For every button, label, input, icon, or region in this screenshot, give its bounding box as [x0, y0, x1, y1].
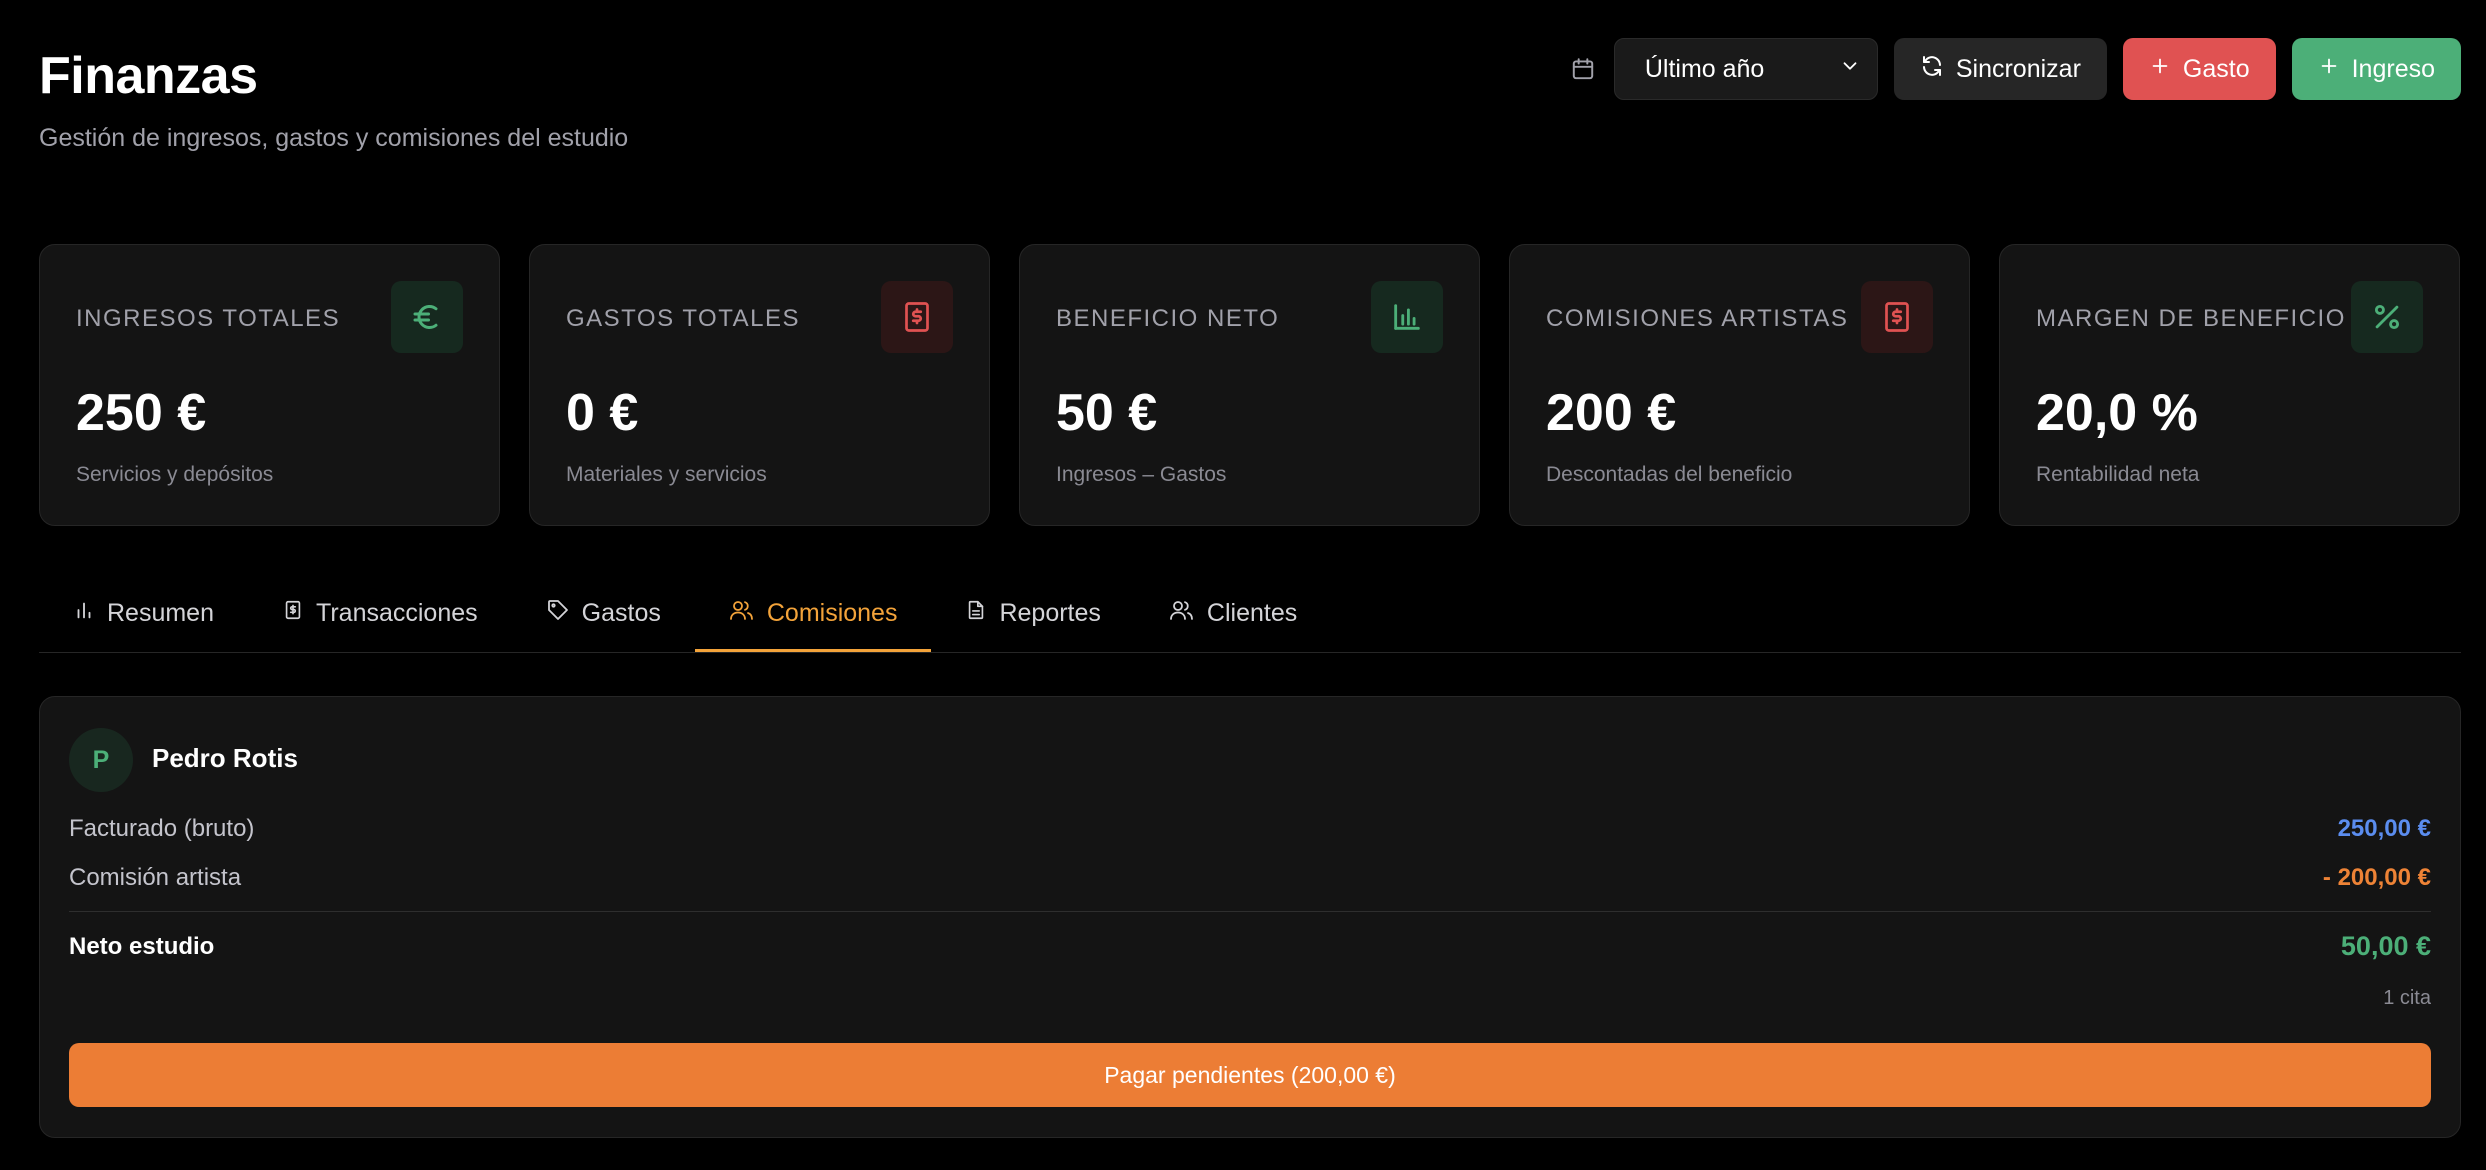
tag-icon — [546, 598, 570, 629]
stat-subtext: Descontadas del beneficio — [1546, 463, 1793, 486]
stat-value: 20,0 % — [2036, 384, 2198, 442]
billed-row: Facturado (bruto) 250,00 € — [69, 815, 2431, 843]
stats-row: INGRESOS TOTALES 250 € Servicios y depós… — [39, 244, 2460, 526]
divider — [69, 911, 2431, 912]
commission-value: - 200,00 € — [2322, 864, 2431, 891]
appointments-count: 1 cita — [2383, 987, 2431, 1009]
net-label: Neto estudio — [69, 932, 215, 960]
stat-value: 0 € — [566, 384, 639, 442]
tab-resumen[interactable]: Resumen — [39, 576, 248, 651]
page-header: Finanzas Gestión de ingresos, gastos y c… — [39, 0, 2461, 220]
stat-subtext: Materiales y servicios — [566, 463, 767, 486]
receipt-icon — [282, 599, 304, 628]
add-income-button[interactable]: Ingreso — [2291, 38, 2461, 100]
avatar: P — [69, 728, 133, 792]
stat-value: 50 € — [1056, 384, 1158, 442]
header-actions: Último año Sincronizar Gasto Ingreso — [1568, 38, 2461, 100]
tab-gastos[interactable]: Gastos — [512, 576, 695, 651]
net-row: Neto estudio 50,00 € — [69, 931, 2431, 962]
stat-subtext: Servicios y depósitos — [76, 463, 274, 486]
tab-label: Reportes — [999, 599, 1101, 627]
receipt-icon — [1861, 281, 1933, 353]
tab-label: Comisiones — [766, 599, 898, 627]
file-icon — [965, 598, 987, 629]
euro-icon — [391, 281, 463, 353]
sync-button-label: Sincronizar — [1955, 54, 2081, 83]
add-expense-button[interactable]: Gasto — [2122, 38, 2276, 100]
stat-label: MARGEN DE BENEFICIO — [2036, 305, 2346, 332]
tab-transacciones[interactable]: Transacciones — [248, 576, 512, 651]
billed-value: 250,00 € — [2337, 815, 2431, 842]
period-select-value: Último año — [1644, 54, 1765, 83]
tab-label: Resumen — [107, 599, 214, 627]
page-subtitle: Gestión de ingresos, gastos y comisiones… — [39, 124, 629, 152]
stat-value: 200 € — [1546, 384, 1677, 442]
stat-card-commissions: COMISIONES ARTISTAS 200 € Descontadas de… — [1509, 244, 1970, 526]
stat-value: 250 € — [76, 384, 207, 442]
tab-label: Gastos — [581, 599, 661, 627]
stat-card-income: INGRESOS TOTALES 250 € Servicios y depós… — [39, 244, 500, 526]
stat-card-net-profit: BENEFICIO NETO 50 € Ingresos – Gastos — [1019, 244, 1480, 526]
tab-label: Transacciones — [316, 599, 478, 627]
artist-commission-card: P Pedro Rotis Facturado (bruto) 250,00 €… — [39, 696, 2461, 1138]
pay-pending-button[interactable]: Pagar pendientes (200,00 €) — [69, 1043, 2431, 1107]
tab-reportes[interactable]: Reportes — [931, 576, 1134, 651]
stat-label: GASTOS TOTALES — [566, 305, 800, 332]
users-icon — [1169, 598, 1195, 629]
sync-button[interactable]: Sincronizar — [1893, 38, 2107, 100]
percent-icon — [2351, 281, 2423, 353]
stat-label: BENEFICIO NETO — [1056, 305, 1280, 332]
tab-label: Clientes — [1206, 599, 1298, 627]
artist-name: Pedro Rotis — [152, 743, 298, 773]
stat-card-expenses: GASTOS TOTALES 0 € Materiales y servicio… — [529, 244, 990, 526]
bar-chart-icon — [1371, 281, 1443, 353]
billed-label: Facturado (bruto) — [69, 815, 255, 842]
tab-clientes[interactable]: Clientes — [1135, 576, 1331, 651]
commission-label: Comisión artista — [69, 864, 242, 891]
plus-icon — [2318, 55, 2340, 84]
commission-row: Comisión artista - 200,00 € — [69, 864, 2431, 892]
users-icon — [729, 598, 755, 629]
receipt-icon — [881, 281, 953, 353]
stat-card-margin: MARGEN DE BENEFICIO 20,0 % Rentabilidad … — [1999, 244, 2460, 526]
tab-comisiones[interactable]: Comisiones — [694, 576, 932, 652]
calendar-icon — [1568, 54, 1598, 84]
plus-icon — [2149, 55, 2171, 84]
page-title: Finanzas — [39, 47, 258, 105]
stat-label: COMISIONES ARTISTAS — [1546, 305, 1849, 332]
net-value: 50,00 € — [2340, 931, 2431, 961]
finance-tabs: Resumen Transacciones Gastos Comisiones … — [39, 576, 2461, 653]
add-income-label: Ingreso — [2351, 54, 2435, 83]
add-expense-label: Gasto — [2182, 54, 2250, 83]
refresh-icon — [1920, 54, 1944, 85]
stat-subtext: Rentabilidad neta — [2036, 463, 2200, 486]
finance-page: Finanzas Gestión de ingresos, gastos y c… — [39, 0, 2461, 1138]
stat-label: INGRESOS TOTALES — [76, 305, 341, 332]
chevron-down-icon — [1839, 55, 1861, 84]
period-select[interactable]: Último año — [1613, 38, 1878, 100]
bar-chart-icon — [73, 599, 95, 628]
stat-subtext: Ingresos – Gastos — [1056, 463, 1227, 486]
